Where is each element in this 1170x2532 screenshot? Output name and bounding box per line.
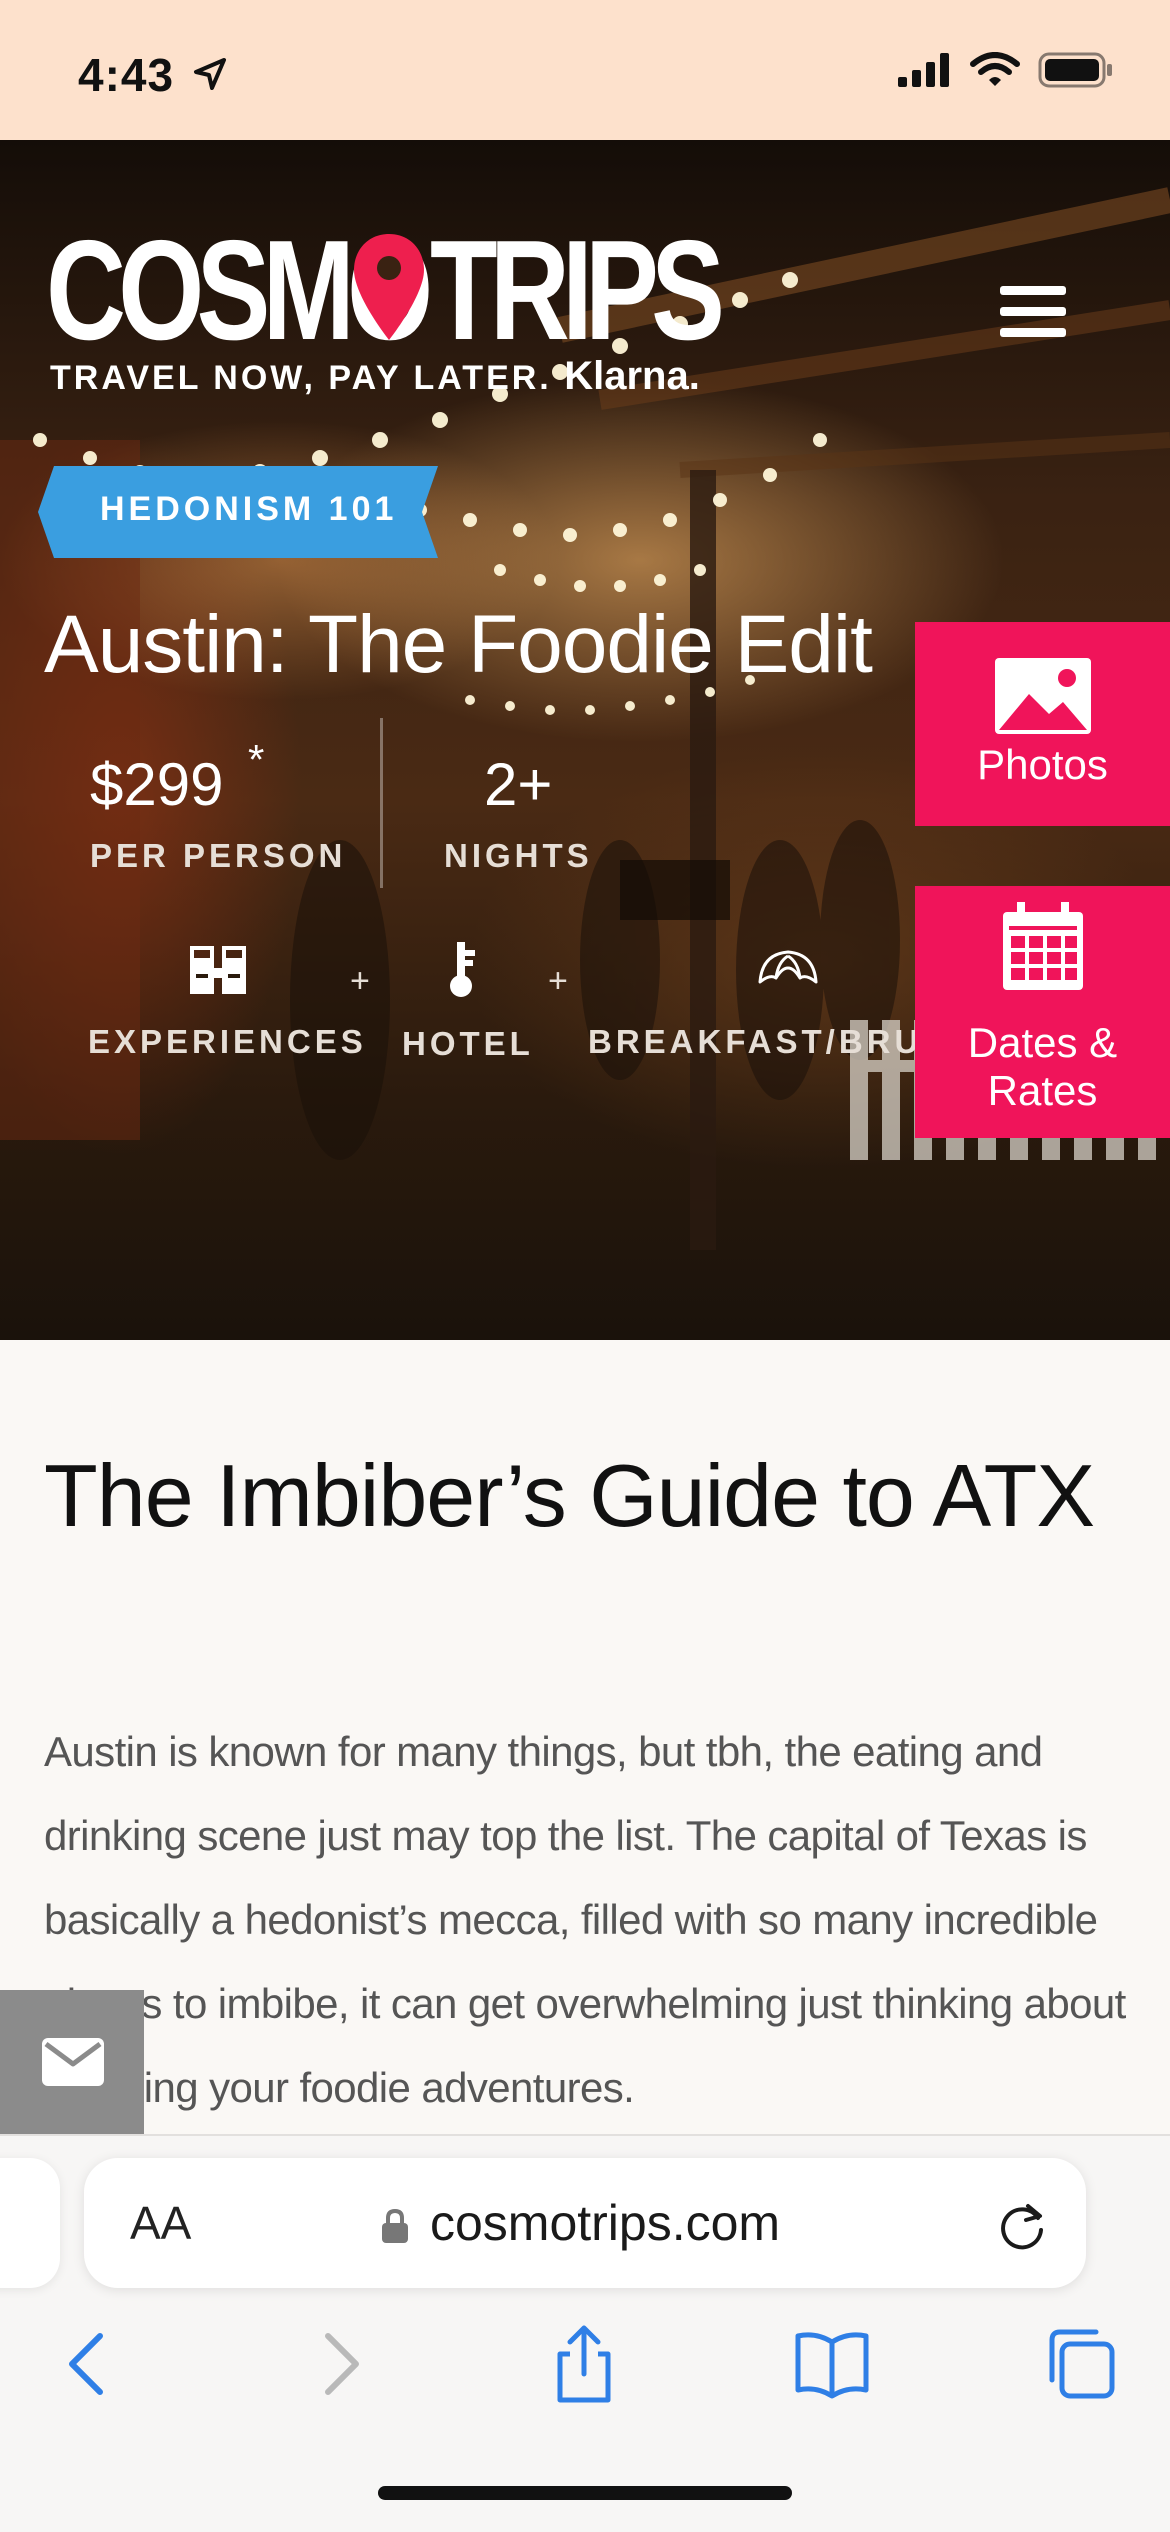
- dates-button-label-line1: Dates &: [967, 1019, 1118, 1066]
- trip-title: Austin: The Foodie Edit: [44, 599, 873, 690]
- nights-value: 2+: [484, 751, 553, 818]
- category-badge-label: HEDONISM 101: [100, 490, 398, 528]
- price-asterisk: *: [248, 736, 265, 783]
- cosmotrips-logo[interactable]: COSMO TRIPS TRAVEL NOW, PAY LATER. Klarn…: [46, 220, 725, 399]
- envelope-icon: [42, 2038, 104, 2086]
- tagline-text: TRAVEL NOW, PAY LATER.: [50, 359, 552, 397]
- price-value: $299: [90, 751, 224, 818]
- home-indicator: [378, 2486, 792, 2500]
- key-icon: [450, 942, 475, 997]
- text-size-button[interactable]: AA: [130, 2196, 191, 2250]
- map-pin-icon: [354, 234, 424, 340]
- croissant-icon: [758, 950, 818, 984]
- address-bar[interactable]: AA cosmotrips.com: [84, 2158, 1086, 2288]
- image-gallery-icon: [994, 658, 1091, 734]
- status-bar: 4:43: [0, 0, 1170, 140]
- lock-icon: [382, 2208, 408, 2243]
- hero-banner: COSMO TRIPS TRAVEL NOW, PAY LATER. Klarn…: [0, 140, 1170, 1340]
- share-icon[interactable]: [544, 2324, 624, 2404]
- nights-label: NIGHTS: [444, 837, 593, 874]
- klarna-wordmark: Klarna.: [564, 354, 700, 398]
- price-stat: $299 * PER PERSON: [90, 736, 347, 875]
- forward-chevron-icon[interactable]: [300, 2324, 380, 2404]
- previous-tab-peek[interactable]: [0, 2158, 60, 2288]
- calendar-icon: [1002, 902, 1083, 990]
- article-body: Austin is known for many things, but tbh…: [44, 1728, 1126, 2111]
- inclusion-hotel: HOTEL: [402, 940, 534, 1063]
- location-arrow-icon: [194, 58, 226, 90]
- dates-rates-button[interactable]: Dates & Rates: [915, 886, 1170, 1138]
- status-time: 4:43: [78, 49, 175, 101]
- photos-button-label: Photos: [977, 741, 1108, 788]
- status-icons: [898, 52, 1114, 88]
- plus-separator: +: [548, 962, 568, 1000]
- wifi-icon: [970, 52, 1020, 86]
- inclusion-label: EXPERIENCES: [88, 1023, 367, 1060]
- inclusion-experiences: EXPERIENCES: [88, 940, 367, 1061]
- dates-button-label-line2: Rates: [987, 1067, 1098, 1114]
- logo-word-right: TRIPS: [430, 211, 725, 370]
- plus-separator: +: [350, 962, 370, 1000]
- inclusion-label: HOTEL: [402, 1025, 534, 1062]
- cellular-signal-icon: [898, 53, 949, 87]
- battery-icon: [1038, 52, 1112, 88]
- article-heading: The Imbiber’s Guide to ATX: [44, 1446, 1095, 1545]
- tabs-overview-icon[interactable]: [1040, 2324, 1120, 2404]
- logo-tagline: TRAVEL NOW, PAY LATER. Klarna.: [50, 354, 700, 399]
- email-signup-button[interactable]: [0, 1990, 144, 2134]
- category-badge: HEDONISM 101: [38, 466, 438, 558]
- stat-divider: [380, 718, 383, 888]
- price-label: PER PERSON: [90, 837, 347, 874]
- photos-button[interactable]: Photos: [915, 622, 1170, 826]
- reload-icon[interactable]: [994, 2198, 1050, 2254]
- nights-stat: 2+ NIGHTS: [444, 750, 644, 875]
- browser-toolbar: AA cosmotrips.com: [0, 2134, 1170, 2532]
- back-chevron-icon[interactable]: [48, 2324, 128, 2404]
- article-section: The Imbiber’s Guide to ATX Austin is kno…: [0, 1340, 1170, 2134]
- binoculars-icon: [190, 946, 246, 994]
- url-text[interactable]: cosmotrips.com: [430, 2194, 780, 2252]
- hamburger-menu-icon[interactable]: [1000, 286, 1066, 338]
- bookmarks-book-icon[interactable]: [792, 2324, 872, 2404]
